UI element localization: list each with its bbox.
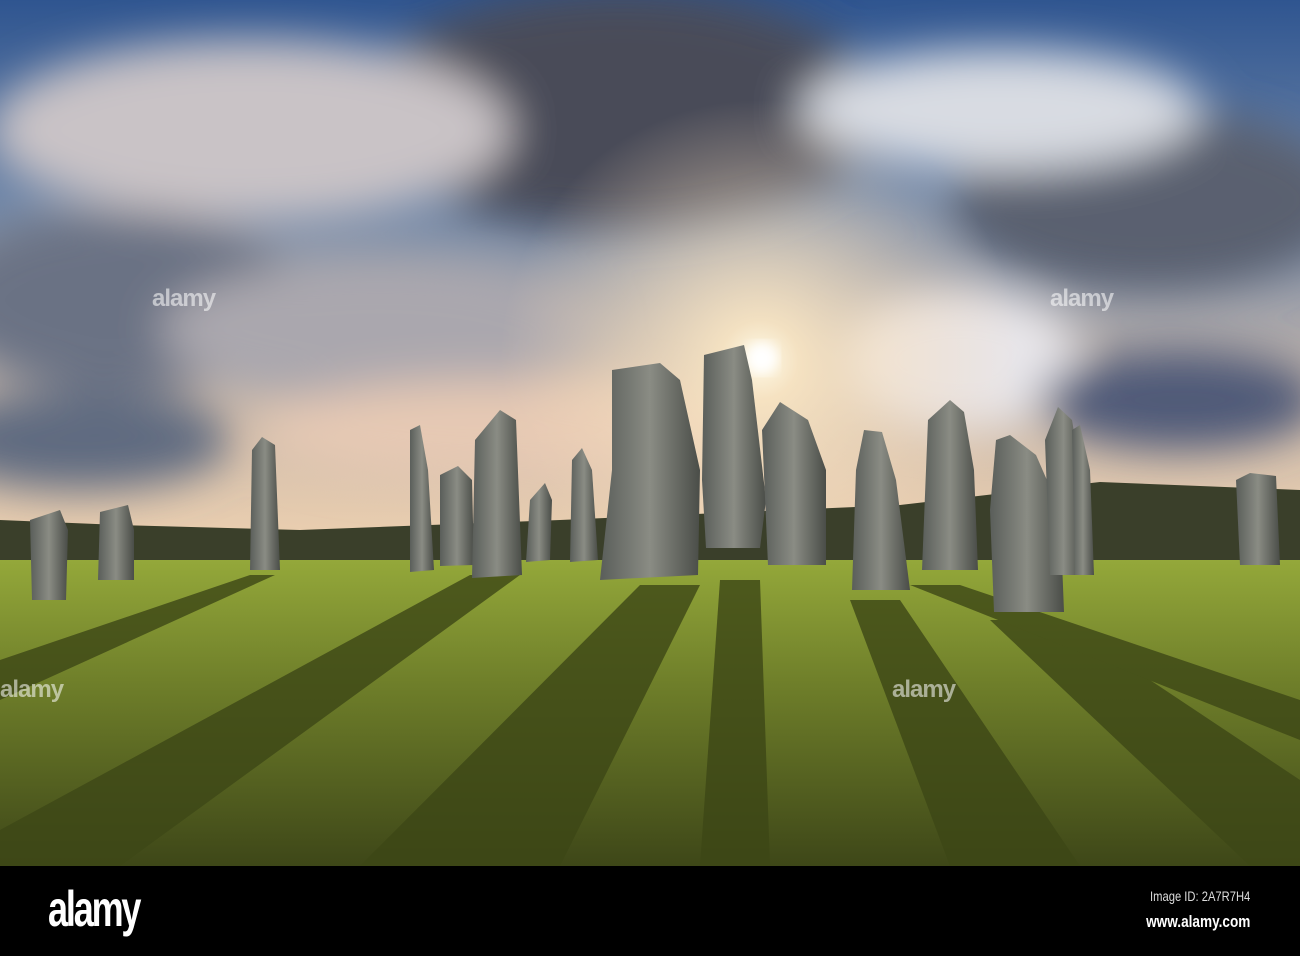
watermark: alamy — [152, 285, 216, 312]
image-id: Image ID: 2A7R7H4 — [1149, 888, 1250, 904]
sun — [746, 342, 778, 374]
watermark: alamy — [0, 676, 64, 703]
watermark: alamy — [892, 676, 956, 703]
footer-bar: alamy Image ID: 2A7R7H4 www.alamy.com — [0, 866, 1300, 956]
landscape-photo — [0, 0, 1300, 866]
watermark: alamy — [1050, 285, 1114, 312]
alamy-logo[interactable]: alamy — [48, 880, 141, 938]
site-url-link[interactable]: www.alamy.com — [1146, 912, 1250, 932]
